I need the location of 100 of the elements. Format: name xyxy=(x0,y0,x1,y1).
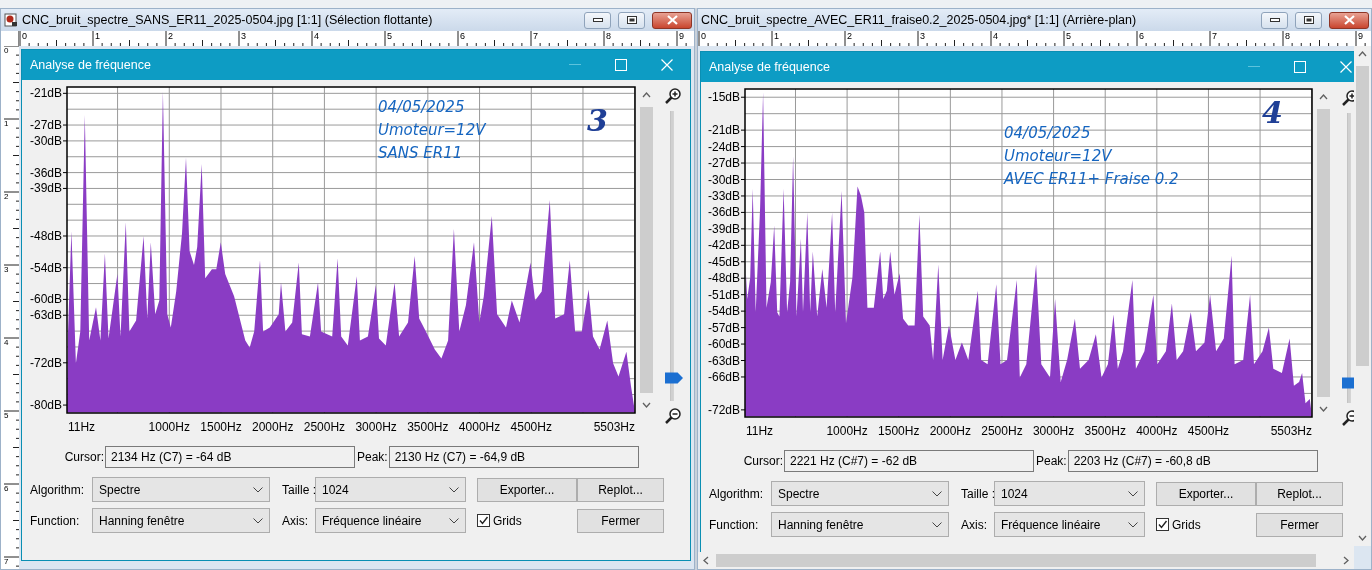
grids-label: Grids xyxy=(1172,517,1201,532)
chevron-down-icon xyxy=(1128,521,1138,528)
minimize-icon xyxy=(1269,18,1280,22)
annotation-text: Umoteur=12V xyxy=(378,121,486,139)
axis-tick-label: 3500Hz xyxy=(1084,424,1126,438)
axis-tick-label: 5503Hz xyxy=(593,420,635,434)
chevron-down-icon xyxy=(932,490,942,497)
maximize-icon xyxy=(1294,61,1306,73)
ruler-number: 8 xyxy=(606,31,611,41)
axis-tick-label: 3000Hz xyxy=(355,420,397,434)
ruler-number: 4 xyxy=(4,338,9,347)
function-dropdown[interactable]: Hanning fenêtre xyxy=(92,508,270,533)
axis-tick-label: 3500Hz xyxy=(407,420,449,434)
axis-tick-label: -54dB xyxy=(707,304,740,319)
axis-tick-label: 2500Hz xyxy=(303,420,346,434)
ruler-number: 3 xyxy=(241,31,246,41)
algorithm-dropdown[interactable]: Spectre xyxy=(771,481,949,506)
axis-tick-label: -66dB xyxy=(707,369,740,384)
axis-tick-label: -39dB xyxy=(707,221,740,236)
ruler-number: 3 xyxy=(920,31,925,41)
axis-tick-label: 4500Hz xyxy=(510,420,552,434)
ruler-number: 0 xyxy=(701,31,706,41)
axis-tick-label: -33dB xyxy=(707,188,740,203)
axis-tick-label: 2000Hz xyxy=(929,424,972,438)
restore-button[interactable] xyxy=(618,11,645,29)
close-icon xyxy=(1343,15,1355,25)
vertical-scrollbar[interactable] xyxy=(1354,46,1371,546)
axis-tick-label: 11Hz xyxy=(68,420,96,434)
axis-tick-label: -15dB xyxy=(707,90,740,105)
close-button[interactable] xyxy=(1329,11,1369,29)
axis-tick-label: 2500Hz xyxy=(981,424,1023,438)
axis-tick-label: -72dB xyxy=(29,355,62,370)
ruler-number: 9 xyxy=(1358,31,1363,41)
close-icon xyxy=(666,15,678,25)
close-button[interactable] xyxy=(652,11,692,29)
ruler-number: 0 xyxy=(4,46,9,55)
ruler-number: 5 xyxy=(1066,31,1071,41)
replot-button[interactable]: Replot... xyxy=(577,477,664,502)
axis-tick-label: -48dB xyxy=(29,229,62,243)
restore-button[interactable] xyxy=(1295,11,1322,29)
export-button[interactable]: Exporter... xyxy=(477,477,577,502)
ruler-number: 1 xyxy=(774,31,779,41)
axis-tick-label: -36dB xyxy=(29,165,62,180)
axis-tick-label: -63dB xyxy=(707,353,740,368)
axis-tick-label: 5503Hz xyxy=(1270,424,1312,438)
ruler-number: 4 xyxy=(314,31,319,41)
peak-field[interactable]: 2130 Hz (C7) = -64,9 dB xyxy=(388,446,639,468)
function-dropdown[interactable]: Hanning fenêtre xyxy=(771,512,949,537)
ruler-number: 2 xyxy=(4,192,9,201)
axis-tick-label: 1500Hz xyxy=(200,420,242,434)
axis-tick-label: -48dB xyxy=(707,271,740,286)
size-dropdown[interactable]: 1024 xyxy=(315,477,466,502)
minimize-button[interactable] xyxy=(1261,11,1288,29)
axis-dropdown[interactable]: Fréquence linéaire xyxy=(994,512,1145,537)
chevron-down-icon xyxy=(253,486,263,493)
grids-checkbox[interactable] xyxy=(477,514,490,527)
axis-tick-label: -57dB xyxy=(707,320,740,335)
size-label: Taille : xyxy=(282,482,315,497)
ruler-number: 4 xyxy=(993,31,998,41)
function-label: Function: xyxy=(709,517,760,532)
ruler-number: 3 xyxy=(4,265,9,274)
zoom-out-icon[interactable] xyxy=(664,407,682,425)
algorithm-dropdown[interactable]: Spectre xyxy=(92,477,270,502)
minimize-button[interactable] xyxy=(584,11,611,29)
chevron-down-icon xyxy=(932,521,942,528)
ruler-number: 6 xyxy=(4,484,9,493)
algorithm-label: Algorithm: xyxy=(709,486,765,501)
peak-label: Peak: xyxy=(1036,454,1067,468)
ruler-number: 6 xyxy=(1139,31,1144,41)
cursor-label: Cursor: xyxy=(63,450,104,464)
annotation-text: 04/05/2025 xyxy=(1004,124,1091,142)
close-icon xyxy=(661,59,673,71)
axis-tick-label: -21dB xyxy=(707,123,740,138)
grids-checkbox[interactable] xyxy=(1156,518,1169,531)
close-dialog-button[interactable]: Fermer xyxy=(1256,512,1343,537)
axis-tick-label: -54dB xyxy=(29,260,62,275)
axis-tick-label: -45dB xyxy=(707,254,740,269)
axis-tick-label: -30dB xyxy=(707,172,740,187)
export-button[interactable]: Exporter... xyxy=(1156,481,1256,506)
zoom-in-icon[interactable] xyxy=(664,87,682,105)
cursor-field[interactable]: 2221 Hz (C#7) = -62 dB xyxy=(784,450,1034,472)
replot-button[interactable]: Replot... xyxy=(1256,481,1343,506)
annotation-text: 04/05/2025 xyxy=(378,98,465,116)
zoom-out-icon[interactable] xyxy=(1341,409,1354,427)
close-dialog-button[interactable]: Fermer xyxy=(577,508,664,533)
axis-tick-label: -80dB xyxy=(29,398,62,413)
ruler-number: 0 xyxy=(22,31,27,41)
axis-tick-label: 1000Hz xyxy=(826,424,868,438)
cursor-field[interactable]: 2134 Hz (C7) = -64 dB xyxy=(105,446,355,468)
peak-field[interactable]: 2203 Hz (C#7) = -60,8 dB xyxy=(1067,450,1318,472)
peak-label: Peak: xyxy=(357,450,388,464)
axis-dropdown[interactable]: Fréquence linéaire xyxy=(315,508,466,533)
minimize-icon xyxy=(569,64,581,66)
size-dropdown[interactable]: 1024 xyxy=(994,481,1145,506)
axis-tick-label: -39dB xyxy=(29,181,62,196)
horizontal-scrollbar[interactable] xyxy=(698,552,1354,569)
axis-tick-label: 3000Hz xyxy=(1032,424,1075,438)
ruler-number: 8 xyxy=(1285,31,1290,41)
slider-thumb[interactable] xyxy=(665,371,683,384)
axis-tick-label: 11Hz xyxy=(746,424,774,438)
